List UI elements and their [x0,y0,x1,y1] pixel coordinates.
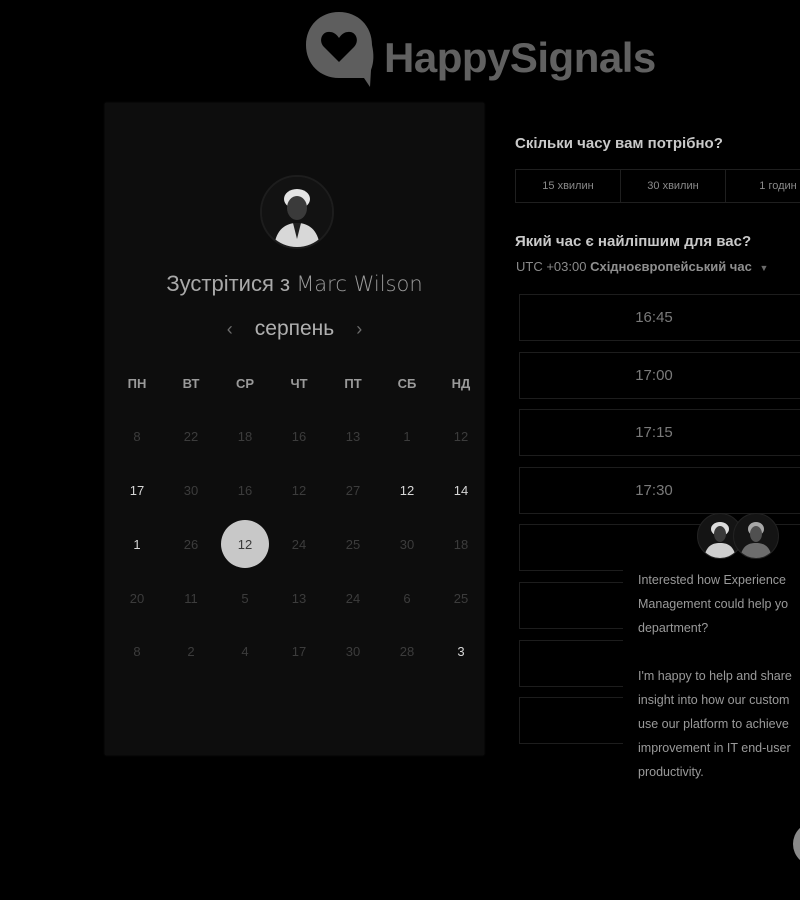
time-slot[interactable]: 17:00 [519,352,800,399]
chat-launcher-button[interactable] [793,822,800,866]
selected-day[interactable]: 12 [221,520,269,568]
calendar-day: 12 [453,428,469,444]
chevron-right-icon[interactable]: › [352,319,366,340]
time-slot[interactable]: 17:15 [519,409,800,456]
calendar-panel: Зустрітися з Marc Wilson ‹ серпень › ПН В… [105,103,484,755]
host-name: Marc Wilson [296,272,423,296]
calendar-day: 18 [237,428,253,444]
calendar-day: 13 [345,428,361,444]
calendar-day: 25 [453,590,469,606]
calendar-day: 25 [345,536,361,552]
calendar-day: 2 [187,643,195,659]
duration-option-30[interactable]: 30 хвилин [621,170,726,202]
host-avatar [260,175,334,249]
time-question: Який час є найліпшим для вас? [515,233,752,250]
calendar-day: 17 [291,643,307,659]
calendar-day: 30 [399,536,415,552]
timezone-selector[interactable]: UTC +03:00 Східноєвропейський час ▼ [516,259,768,274]
calendar-day: 24 [291,536,307,552]
calendar-day[interactable]: 17 [113,466,161,514]
person-portrait-icon [740,522,772,558]
meeting-title-prefix: Зустрітися з [166,271,291,296]
calendar-day: 4 [241,643,249,659]
calendar-day: 22 [183,428,199,444]
month-navigation: ‹ серпень › [105,317,484,341]
calendar-day[interactable]: 3 [437,627,485,675]
calendar-day: 18 [453,536,469,552]
calendar-day: 5 [241,590,249,606]
calendar-day: 12 [291,482,307,498]
meeting-title: Зустрітися з Marc Wilson [105,271,484,297]
calendar-day: 24 [345,590,361,606]
weekday-label: СР [235,376,255,391]
calendar-day: 6 [403,590,411,606]
duration-question: Скільки часу вам потрібно? [515,135,723,152]
chat-agent-avatar [733,513,779,559]
calendar-day: 8 [133,643,141,659]
calendar-day[interactable]: 1 [113,520,161,568]
timezone-offset: UTC +03:00 [516,259,587,274]
duration-options: 15 хвилин 30 хвилин 1 годин [515,169,800,203]
weekday-label: ЧТ [290,376,308,391]
calendar-day: 26 [183,536,199,552]
calendar-day: 11 [184,590,198,606]
calendar-day: 30 [345,643,361,659]
calendar-day: 20 [129,590,145,606]
weekday-label: ВТ [182,376,200,391]
calendar-day: 28 [399,643,415,659]
weekday-label: ПТ [344,376,362,391]
calendar-day: 1 [403,428,411,444]
chevron-left-icon[interactable]: ‹ [223,319,237,340]
calendar-day: 16 [237,482,253,498]
time-slot[interactable]: 16:45 [519,294,800,341]
timezone-name: Східноєвропейський час [590,259,752,274]
calendar-day[interactable]: 14 [437,466,485,514]
duration-option-60[interactable]: 1 годин [726,170,800,202]
calendar-day: 16 [291,428,307,444]
chat-message: Interested how Experience Management cou… [638,573,792,779]
time-slot[interactable]: 17:30 [519,467,800,514]
weekday-label: СБ [397,376,417,391]
calendar-day: 13 [291,590,307,606]
duration-option-15[interactable]: 15 хвилин [516,170,621,202]
logo-wordmark: HappySignals [384,34,656,81]
calendar-day[interactable]: 12 [383,466,431,514]
calendar-day: 27 [345,482,361,498]
weekday-label: ПН [127,376,147,391]
calendar-day: 8 [133,428,141,444]
calendar-day: 30 [183,482,199,498]
caret-down-icon: ▼ [759,263,769,273]
month-label: серпень [254,317,335,340]
person-portrait-icon [262,177,332,247]
weekday-label: НД [451,376,471,391]
heart-speech-bubble-icon [306,12,374,87]
